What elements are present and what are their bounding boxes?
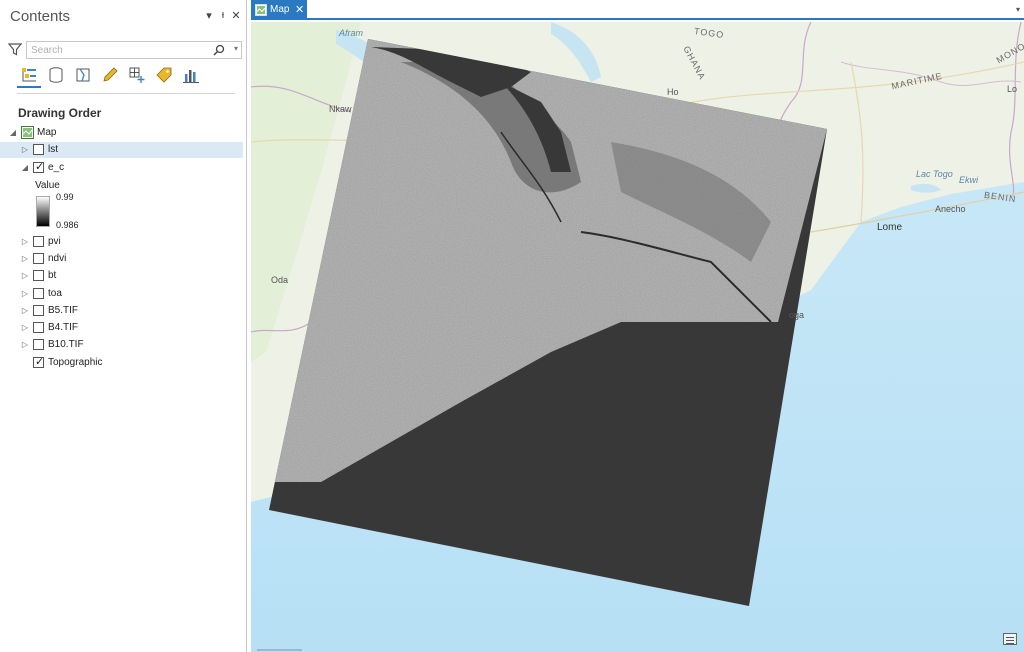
chevron-down-icon[interactable]: ▾ bbox=[234, 44, 238, 53]
layer-name: B4.TIF bbox=[48, 322, 79, 333]
expand-icon[interactable]: ▷ bbox=[21, 271, 29, 281]
layer-visibility-checkbox[interactable] bbox=[33, 322, 44, 333]
map-tips-button[interactable] bbox=[1003, 633, 1017, 645]
expand-icon[interactable]: ▷ bbox=[21, 254, 29, 264]
map-label-ekwi: Ekwi bbox=[959, 175, 979, 185]
close-tab-icon[interactable]: ✕ bbox=[295, 3, 304, 16]
layer-row[interactable]: ▷ ndvi bbox=[0, 251, 246, 267]
list-by-editing-icon bbox=[103, 67, 118, 82]
map-view: Map ✕ ▾ Afram TOGO GHANA MARITIME MONO L… bbox=[251, 0, 1024, 652]
contents-pane: Contents ▾ ᵻ ✕ ▾ bbox=[0, 0, 247, 652]
map-label-ho: Ho bbox=[667, 87, 679, 97]
layer-visibility-checkbox[interactable]: ✓ bbox=[33, 161, 45, 173]
search-input[interactable] bbox=[31, 43, 211, 57]
layer-row[interactable]: ▷ toa bbox=[0, 286, 246, 302]
layer-visibility-checkbox[interactable] bbox=[33, 253, 44, 264]
map-label-aneho: Anecho bbox=[935, 204, 966, 214]
list-by-charts-button[interactable] bbox=[179, 64, 203, 88]
map-label-lome: Lome bbox=[877, 222, 903, 233]
pane-title: Contents bbox=[10, 8, 71, 25]
layer-row[interactable]: ◢ ✓ e_c bbox=[0, 160, 246, 176]
map-label-lac-togo: Lac Togo bbox=[916, 169, 953, 179]
map-label-nkawkaw: Nkaw bbox=[329, 104, 352, 114]
close-icon[interactable]: ✕ bbox=[229, 9, 243, 22]
drawing-order-heading: Drawing Order bbox=[18, 106, 102, 120]
list-by-data-source-icon bbox=[49, 67, 63, 83]
collapse-icon[interactable]: ◢ bbox=[21, 163, 29, 173]
layer-name: B10.TIF bbox=[48, 339, 84, 350]
list-by-snapping-icon bbox=[129, 67, 145, 83]
layer-name: ndvi bbox=[48, 253, 67, 264]
layer-name: pvi bbox=[48, 236, 61, 247]
search-icon[interactable] bbox=[213, 44, 225, 56]
layer-visibility-checkbox[interactable] bbox=[33, 305, 44, 316]
layer-name: Topographic bbox=[48, 357, 103, 368]
tab-map[interactable]: Map ✕ bbox=[251, 0, 307, 20]
list-by-snapping-button[interactable] bbox=[125, 64, 149, 88]
basemap bbox=[251, 22, 1024, 652]
contents-header: Contents ▾ ᵻ ✕ bbox=[0, 0, 246, 34]
layer-name: B5.TIF bbox=[48, 305, 79, 316]
layer-visibility-checkbox[interactable] bbox=[33, 236, 44, 247]
expand-icon[interactable]: ▷ bbox=[21, 237, 29, 247]
list-by-charts-icon bbox=[183, 70, 199, 83]
legend-low-value: 0.986 bbox=[56, 220, 79, 230]
contents-toolbar bbox=[17, 62, 235, 94]
map-label-oda: Oda bbox=[271, 275, 289, 285]
map-label: Map bbox=[37, 127, 57, 138]
layer-name: bt bbox=[48, 270, 57, 281]
layer-name: e_c bbox=[48, 162, 65, 173]
layer-visibility-checkbox[interactable]: ✓ bbox=[33, 356, 45, 368]
layer-row[interactable]: ▷ B5.TIF bbox=[0, 303, 246, 319]
pane-menu-icon[interactable]: ▾ bbox=[202, 9, 216, 22]
list-by-selection-button[interactable] bbox=[71, 64, 95, 88]
list-by-editing-button[interactable] bbox=[98, 64, 122, 88]
layer-row[interactable]: ▷ B4.TIF bbox=[0, 320, 246, 336]
tab-menu-icon[interactable]: ▾ bbox=[1016, 5, 1020, 14]
expand-icon[interactable]: ▷ bbox=[21, 323, 29, 333]
list-by-selection-icon bbox=[76, 68, 90, 82]
map-icon bbox=[255, 4, 267, 16]
list-by-drawing-order-icon bbox=[22, 68, 36, 82]
map-label-ada: oga bbox=[789, 310, 805, 320]
legend-title: Value bbox=[35, 180, 60, 191]
pin-icon[interactable]: ᵻ bbox=[216, 9, 230, 21]
map-node[interactable]: ◢ Map bbox=[0, 125, 246, 141]
filter-row: ▾ bbox=[8, 41, 242, 59]
horizontal-scrollbar[interactable] bbox=[257, 649, 302, 651]
layer-name: lst bbox=[48, 144, 58, 155]
collapse-icon[interactable]: ◢ bbox=[9, 128, 17, 138]
layer-visibility-checkbox[interactable] bbox=[33, 288, 44, 299]
expand-icon[interactable]: ▷ bbox=[21, 306, 29, 316]
layer-visibility-checkbox[interactable] bbox=[33, 270, 44, 281]
checkmark-icon: ✓ bbox=[35, 356, 45, 368]
map-label-lokossa: Lo bbox=[1007, 84, 1018, 94]
layer-name: toa bbox=[48, 288, 62, 299]
layer-row[interactable]: ✓ Topographic bbox=[0, 355, 246, 371]
layer-row[interactable]: ▷ lst bbox=[0, 142, 243, 158]
map-canvas[interactable]: Afram TOGO GHANA MARITIME MONO Lo Ho Nka… bbox=[251, 22, 1024, 652]
tab-strip: Map ✕ ▾ bbox=[251, 0, 1024, 20]
expand-icon[interactable]: ▷ bbox=[21, 145, 29, 155]
list-by-labeling-button[interactable] bbox=[152, 64, 176, 88]
filter-icon[interactable] bbox=[8, 42, 22, 56]
list-by-drawing-order-button[interactable] bbox=[17, 64, 41, 88]
list-by-labeling-icon bbox=[156, 67, 172, 83]
layer-visibility-checkbox[interactable] bbox=[33, 144, 44, 155]
expand-icon[interactable]: ▷ bbox=[21, 289, 29, 299]
layer-row[interactable]: ▷ pvi bbox=[0, 234, 246, 250]
legend-high-value: 0.99 bbox=[56, 192, 74, 202]
list-by-data-source-button[interactable] bbox=[44, 64, 68, 88]
legend-color-ramp bbox=[36, 196, 50, 227]
search-box[interactable]: ▾ bbox=[26, 41, 242, 59]
layer-visibility-checkbox[interactable] bbox=[33, 339, 44, 350]
layer-row[interactable]: ▷ B10.TIF bbox=[0, 337, 246, 353]
checkmark-icon: ✓ bbox=[35, 161, 45, 173]
raster-e_c bbox=[269, 39, 827, 606]
map-label-afram: Afram bbox=[339, 28, 364, 38]
layer-row[interactable]: ▷ bt bbox=[0, 268, 246, 284]
expand-icon[interactable]: ▷ bbox=[21, 340, 29, 350]
map-icon bbox=[21, 126, 34, 139]
tab-map-label: Map bbox=[270, 4, 290, 15]
